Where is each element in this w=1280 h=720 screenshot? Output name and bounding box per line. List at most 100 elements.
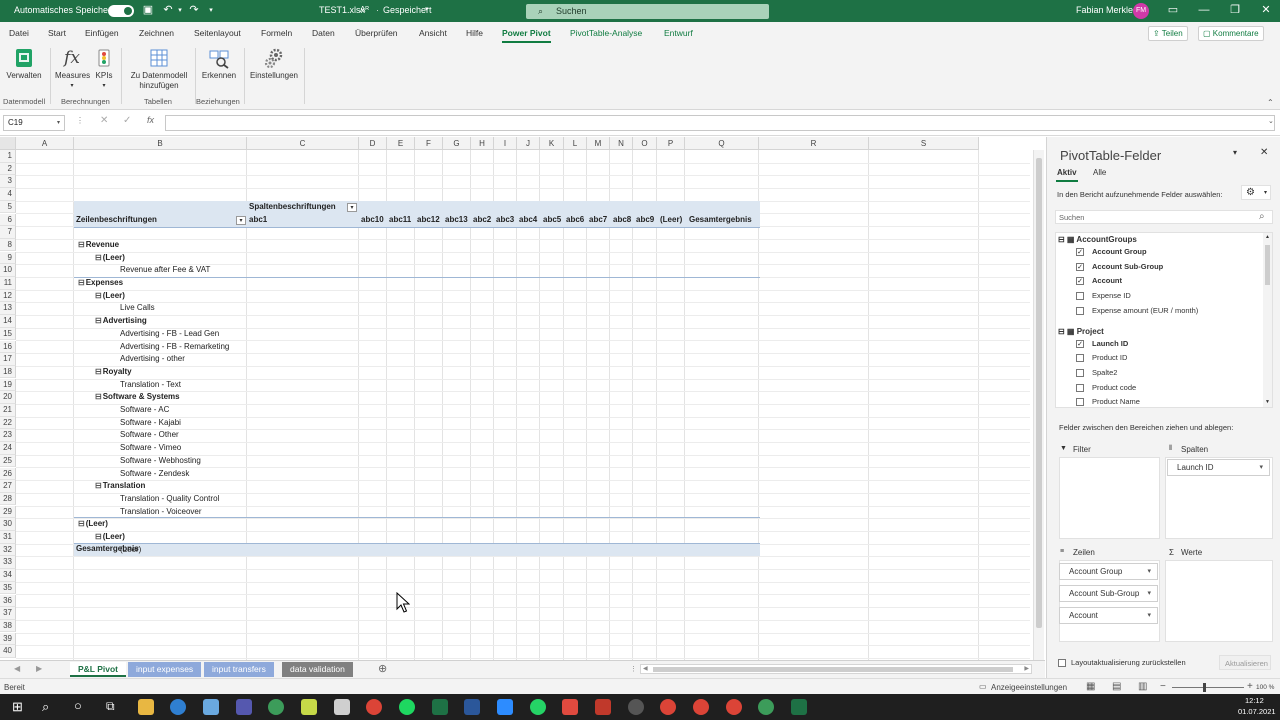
tab-einfuegen[interactable]: Einfügen	[85, 28, 119, 38]
pane-close-icon[interactable]: ✕	[1260, 147, 1268, 158]
cortana-icon[interactable]: ○	[74, 698, 82, 713]
collapse-toggle-icon[interactable]: ⊟	[95, 315, 102, 328]
row-header[interactable]: 34	[0, 569, 16, 582]
saved-chevron-icon[interactable]: ▾	[425, 5, 429, 13]
comments-button[interactable]: ▢ Kommentare	[1198, 26, 1264, 41]
row-header[interactable]: 7	[0, 226, 16, 239]
next-sheet-icon[interactable]: ▶	[36, 664, 42, 673]
sheet-tab[interactable]: input transfers	[204, 662, 274, 677]
measures-button[interactable]: fx Measures ▾	[55, 47, 90, 89]
vertical-scrollbar[interactable]	[1033, 150, 1044, 660]
app-icon[interactable]	[268, 699, 284, 715]
chip-dropdown-icon[interactable]: ▾	[1147, 586, 1151, 601]
autosave-toggle[interactable]	[108, 5, 134, 17]
column-header[interactable]: J	[517, 137, 540, 150]
column-header[interactable]: A	[16, 137, 74, 150]
column-header[interactable]: O	[633, 137, 657, 150]
app-icon[interactable]	[301, 699, 317, 715]
row-header[interactable]: 29	[0, 505, 16, 519]
insert-function-icon[interactable]: fx	[147, 115, 154, 125]
collapse-toggle-icon[interactable]: ⊟	[78, 518, 85, 531]
pivot-account-row[interactable]: Advertising - other	[120, 353, 185, 366]
sheet-tab[interactable]: input expenses	[128, 662, 202, 677]
clock-time[interactable]: 12:12	[1245, 696, 1264, 705]
chrome-icon[interactable]	[693, 699, 709, 715]
pivot-account-row[interactable]: Software - Kajabi	[120, 417, 181, 430]
column-header[interactable]: P	[657, 137, 685, 150]
display-settings-label[interactable]: Anzeigeeinstellungen	[991, 683, 1067, 692]
row-header[interactable]: 4	[0, 188, 16, 201]
cancel-icon[interactable]: ✕	[100, 115, 108, 126]
row-header[interactable]: 6	[0, 213, 16, 227]
pivot-subgroup-row[interactable]: ⊟Software & Systems	[95, 391, 180, 404]
rows-field-chip[interactable]: Account Sub-Group ▾	[1059, 585, 1158, 602]
pivot-account-row[interactable]: Software - Other	[120, 429, 179, 442]
row-header[interactable]: 18	[0, 365, 16, 379]
pivot-account-row[interactable]: Advertising - FB - Lead Gen	[120, 328, 219, 341]
scroll-left-icon[interactable]: ◀	[643, 665, 648, 672]
tab-ansicht[interactable]: Ansicht	[419, 28, 447, 38]
field-list-scroll-thumb[interactable]	[1265, 245, 1270, 285]
row-header[interactable]: 14	[0, 315, 16, 328]
zoom-level[interactable]: 100 %	[1256, 684, 1274, 691]
column-filter-dropdown[interactable]: ▾	[347, 203, 357, 212]
tab-zeichnen[interactable]: Zeichnen	[139, 28, 174, 38]
row-header[interactable]: 30	[0, 518, 16, 531]
field-checkbox[interactable]	[1076, 354, 1084, 363]
update-button[interactable]: Aktualisieren	[1219, 655, 1271, 670]
row-filter-dropdown[interactable]: ▾	[236, 216, 246, 225]
row-header[interactable]: 17	[0, 353, 16, 366]
collapse-toggle-icon[interactable]: ⊟	[95, 366, 102, 379]
field-checkbox[interactable]: ✓	[1076, 277, 1084, 286]
row-header[interactable]: 24	[0, 442, 16, 455]
field-checkbox[interactable]	[1076, 383, 1084, 392]
row-header[interactable]: 5	[0, 200, 16, 214]
field-label[interactable]: Product code	[1092, 383, 1136, 392]
redo-icon[interactable]: ↷	[188, 4, 200, 17]
row-header[interactable]: 31	[0, 531, 16, 544]
pane-options-icon[interactable]: ▾	[1233, 148, 1237, 157]
filter-area[interactable]	[1059, 457, 1160, 539]
avatar[interactable]: FM	[1133, 3, 1149, 19]
column-header[interactable]: F	[415, 137, 443, 150]
pivot-account-row[interactable]: Software - AC	[120, 404, 169, 417]
tab-power-pivot[interactable]: Power Pivot	[502, 28, 551, 43]
tab-formeln[interactable]: Formeln	[261, 28, 292, 38]
row-header[interactable]: 20	[0, 391, 16, 404]
save-icon[interactable]: ▣	[142, 4, 154, 17]
pane-tab-all[interactable]: Alle	[1093, 168, 1106, 177]
app-icon[interactable]	[628, 699, 644, 715]
field-label[interactable]: Launch ID	[1092, 339, 1128, 348]
field-checkbox[interactable]: ✓	[1076, 339, 1084, 348]
row-header[interactable]: 37	[0, 607, 16, 620]
pivot-account-row[interactable]: Software - Webhosting	[120, 455, 201, 468]
field-label[interactable]: Account Sub-Group	[1092, 262, 1163, 271]
chrome-icon[interactable]	[726, 699, 742, 715]
pivot-subgroup-row[interactable]: ⊟(Leer)	[95, 252, 125, 265]
pivot-account-row[interactable]: Software - Vimeo	[120, 442, 181, 455]
column-header[interactable]: C	[247, 137, 359, 150]
pivot-group-row[interactable]: ⊟Expenses	[78, 277, 123, 290]
pivot-account-row[interactable]: Live Calls	[120, 302, 155, 315]
row-header[interactable]: 26	[0, 467, 16, 481]
tab-daten[interactable]: Daten	[312, 28, 335, 38]
row-header[interactable]: 28	[0, 492, 16, 506]
column-header[interactable]: N	[610, 137, 633, 150]
collapse-toggle-icon[interactable]: ⊟	[95, 531, 102, 544]
field-label[interactable]: Account Group	[1092, 247, 1147, 256]
scroll-up-icon[interactable]: ▲	[1265, 234, 1270, 240]
pivot-account-row[interactable]: Translation - Quality Control	[120, 493, 219, 506]
zoom-icon[interactable]	[497, 699, 513, 715]
edge-icon[interactable]	[170, 699, 186, 715]
row-header[interactable]: 27	[0, 480, 16, 493]
clock-date[interactable]: 01.07.2021	[1238, 707, 1276, 716]
chip-dropdown-icon[interactable]: ▾	[1259, 460, 1263, 475]
pivot-subgroup-row[interactable]: ⊟Advertising	[95, 315, 147, 328]
name-box[interactable]: C19 ▾	[3, 115, 65, 131]
zoom-out-icon[interactable]: −	[1160, 681, 1166, 692]
collapse-toggle-icon[interactable]: ⊟	[95, 290, 102, 303]
field-label[interactable]: Product ID	[1092, 353, 1127, 362]
row-header[interactable]: 36	[0, 594, 16, 608]
add-to-data-model-button[interactable]: Zu Datenmodell hinzufügen	[127, 47, 191, 91]
undo-icon[interactable]: ↶	[162, 4, 174, 17]
